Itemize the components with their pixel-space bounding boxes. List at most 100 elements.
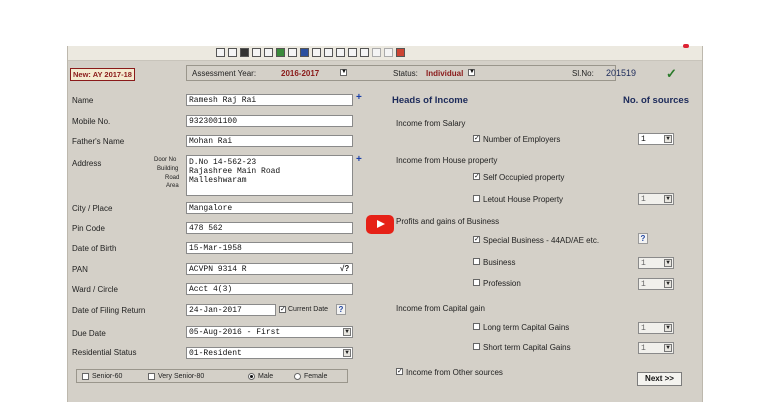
business-dropdown-icon[interactable]: ▼ xyxy=(664,259,672,267)
special-business-label: Special Business - 44AD/AE etc. xyxy=(483,236,600,245)
open-folder-icon[interactable] xyxy=(228,48,237,57)
other-sources-checkbox[interactable]: ✓ xyxy=(396,368,403,375)
letout-select[interactable]: 1 ▼ xyxy=(638,193,674,205)
slno-value: 201519 xyxy=(606,68,637,78)
employers-value: 1 xyxy=(641,135,646,144)
special-business-help-icon[interactable]: ? xyxy=(638,233,648,244)
business-value: 1 xyxy=(641,259,646,268)
very-senior-80-label: Very Senior-80 xyxy=(158,373,205,380)
heads-of-income-title: Heads of Income xyxy=(392,95,469,106)
add-address-icon[interactable]: + xyxy=(356,154,362,165)
dob-label: Date of Birth xyxy=(72,244,117,253)
female-radio[interactable] xyxy=(294,373,301,380)
male-radio[interactable] xyxy=(248,373,255,380)
ltcg-checkbox[interactable] xyxy=(473,323,480,330)
residential-status-select[interactable]: 01-Resident ▼ xyxy=(186,347,353,359)
profession-dropdown-icon[interactable]: ▼ xyxy=(664,280,672,288)
assessment-year-dropdown-icon[interactable]: ▼ xyxy=(340,69,347,76)
ltcg-dropdown-icon[interactable]: ▼ xyxy=(664,324,672,332)
exit-icon[interactable] xyxy=(396,48,405,57)
no-of-sources-title: No. of sources xyxy=(623,95,689,106)
employers-dropdown-icon[interactable]: ▼ xyxy=(664,135,672,143)
senior-60-checkbox[interactable] xyxy=(82,373,89,380)
father-name-input[interactable]: Mohan Rai xyxy=(186,135,353,147)
ltcg-value: 1 xyxy=(641,324,646,333)
profession-select[interactable]: 1 ▼ xyxy=(638,278,674,290)
calendar-icon[interactable] xyxy=(336,48,345,57)
business-checkbox[interactable] xyxy=(473,258,480,265)
profession-checkbox[interactable] xyxy=(473,279,480,286)
copy-icon[interactable] xyxy=(324,48,333,57)
father-name-label: Father's Name xyxy=(72,137,125,146)
employers-checkbox[interactable]: ✓ xyxy=(473,135,480,142)
stcg-label: Short term Capital Gains xyxy=(483,343,571,352)
undo-icon[interactable] xyxy=(372,48,381,57)
residential-status-label: Residential Status xyxy=(72,348,137,357)
next-button[interactable]: Next >> xyxy=(637,372,682,386)
home-icon[interactable] xyxy=(264,48,273,57)
stcg-dropdown-icon[interactable]: ▼ xyxy=(664,344,672,352)
youtube-play-icon[interactable] xyxy=(366,215,394,234)
ward-input[interactable]: Acct 4(3) xyxy=(186,283,353,295)
due-date-dropdown-icon[interactable]: ▼ xyxy=(343,328,351,336)
employers-select[interactable]: 1 ▼ xyxy=(638,133,674,145)
abc-spell-icon[interactable] xyxy=(348,48,357,57)
pan-input[interactable]: ACVPN 9314 R xyxy=(186,263,353,275)
current-date-label: Current Date xyxy=(288,306,329,313)
letout-dropdown-icon[interactable]: ▼ xyxy=(664,195,672,203)
save-icon[interactable] xyxy=(240,48,249,57)
due-date-value: 05-Aug-2016 - First xyxy=(189,328,281,337)
name-label: Name xyxy=(72,96,94,105)
due-date-select[interactable]: 05-Aug-2016 - First ▼ xyxy=(186,326,353,338)
stcg-checkbox[interactable] xyxy=(473,343,480,350)
tools-icon[interactable] xyxy=(360,48,369,57)
address-textarea[interactable]: D.No 14-562-23 Rajashree Main Road Malle… xyxy=(186,155,353,196)
male-label: Male xyxy=(258,373,274,380)
status-value: Individual xyxy=(426,69,464,78)
new-file-icon[interactable] xyxy=(216,48,225,57)
close-indicator-icon[interactable] xyxy=(683,44,689,48)
profession-value: 1 xyxy=(641,280,646,289)
house-property-section-label: Income from House property xyxy=(396,156,498,165)
excel-icon[interactable] xyxy=(276,48,285,57)
employers-label: Number of Employers xyxy=(483,135,561,144)
letout-checkbox[interactable] xyxy=(473,195,480,202)
assessment-year-label: Assessment Year: xyxy=(192,69,257,78)
mobile-input[interactable]: 9323001100 xyxy=(186,115,353,127)
profession-label: Profession xyxy=(483,279,521,288)
filing-help-icon[interactable]: ? xyxy=(336,304,346,315)
self-occupied-checkbox[interactable]: ✓ xyxy=(473,173,480,180)
city-input[interactable]: Mangalore xyxy=(186,202,353,214)
ltcg-select[interactable]: 1 ▼ xyxy=(638,322,674,334)
building-label: Building xyxy=(157,166,179,172)
business-section-label: Profits and gains of Business xyxy=(396,217,500,226)
print-icon[interactable] xyxy=(252,48,261,57)
business-select[interactable]: 1 ▼ xyxy=(638,257,674,269)
special-business-checkbox[interactable]: ✓ xyxy=(473,236,480,243)
name-input[interactable]: Ramesh Raj Rai xyxy=(186,94,353,106)
book-icon[interactable] xyxy=(300,48,309,57)
status-dropdown-icon[interactable]: ▼ xyxy=(468,69,475,76)
pin-code-input[interactable]: 478 562 xyxy=(186,222,353,234)
residential-status-dropdown-icon[interactable]: ▼ xyxy=(343,349,351,357)
slno-label: Sl.No: xyxy=(572,69,594,78)
redo-icon[interactable] xyxy=(384,48,393,57)
stcg-value: 1 xyxy=(641,344,646,353)
add-name-icon[interactable]: + xyxy=(356,92,362,103)
pan-verify-icon[interactable]: √? xyxy=(340,264,349,273)
female-label: Female xyxy=(304,373,328,380)
self-occupied-label: Self Occupied property xyxy=(483,173,565,182)
filing-date-input[interactable]: 24-Jan-2017 xyxy=(186,304,276,316)
new-ay-button[interactable]: New: AY 2017-18 xyxy=(70,68,135,81)
dob-input[interactable]: 15-Mar-1958 xyxy=(186,242,353,254)
current-date-checkbox[interactable]: ✓ xyxy=(279,306,286,313)
other-sources-label: Income from Other sources xyxy=(406,368,503,377)
ltcg-label: Long term Capital Gains xyxy=(483,323,570,332)
address-label: Address xyxy=(72,159,102,168)
preview-icon[interactable] xyxy=(312,48,321,57)
filing-date-label: Date of Filing Return xyxy=(72,306,146,315)
very-senior-80-checkbox[interactable] xyxy=(148,373,155,380)
pin-code-label: Pin Code xyxy=(72,224,105,233)
stcg-select[interactable]: 1 ▼ xyxy=(638,342,674,354)
calculator-icon[interactable] xyxy=(288,48,297,57)
